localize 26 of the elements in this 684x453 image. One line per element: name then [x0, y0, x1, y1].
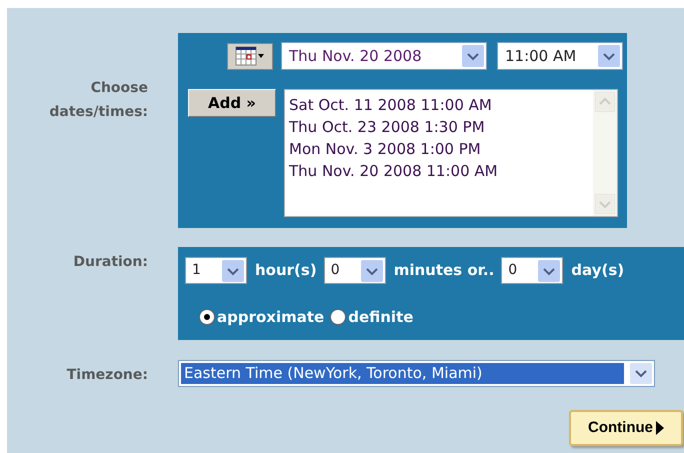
number-select[interactable]: 0 — [324, 257, 386, 284]
radio-button[interactable] — [330, 309, 346, 326]
date-select[interactable]: Thu Nov. 20 2008 — [281, 42, 487, 70]
unit-label: minutes or.. — [394, 260, 494, 282]
field-label: Choose dates/times: — [49, 80, 148, 120]
play-icon — [656, 421, 664, 435]
radio-option[interactable]: definite — [330, 306, 414, 328]
list-option[interactable]: Sat Oct. 11 2008 11:00 AM — [289, 94, 492, 116]
timezone-select[interactable]: Eastern Time (NewYork, Toronto, Miami) — [178, 360, 655, 387]
dates-listbox[interactable]: Sat Oct. 11 2008 11:00 AM Thu Oct. 23 2008 1:30 PM Mon Nov. 3 2008 1:00 PM Thu Nov. 20 2008 11:00 AM — [284, 89, 618, 217]
list-option[interactable]: Thu Oct. 23 2008 1:30 PM — [289, 116, 485, 138]
list-option[interactable]: Thu Nov. 20 2008 11:00 AM — [289, 160, 498, 182]
radio-button[interactable] — [199, 309, 215, 326]
field-label: Duration: — [73, 254, 148, 270]
unit-label: hour(s) — [255, 260, 317, 282]
radio-option[interactable]: approximate — [199, 306, 324, 328]
add-button[interactable]: Add » — [188, 89, 276, 117]
list-option[interactable]: Mon Nov. 3 2008 1:00 PM — [289, 138, 481, 160]
time-select[interactable]: 11:00 AM — [497, 42, 623, 70]
number-select[interactable]: 1 — [185, 257, 247, 284]
unit-label: day(s) — [571, 260, 624, 282]
calendar-button[interactable] — [227, 42, 273, 70]
continue-button[interactable]: Continue — [569, 410, 683, 446]
calendar-icon — [235, 46, 265, 66]
number-select[interactable]: 0 — [501, 257, 564, 284]
field-label: Timezone: — [66, 367, 148, 383]
